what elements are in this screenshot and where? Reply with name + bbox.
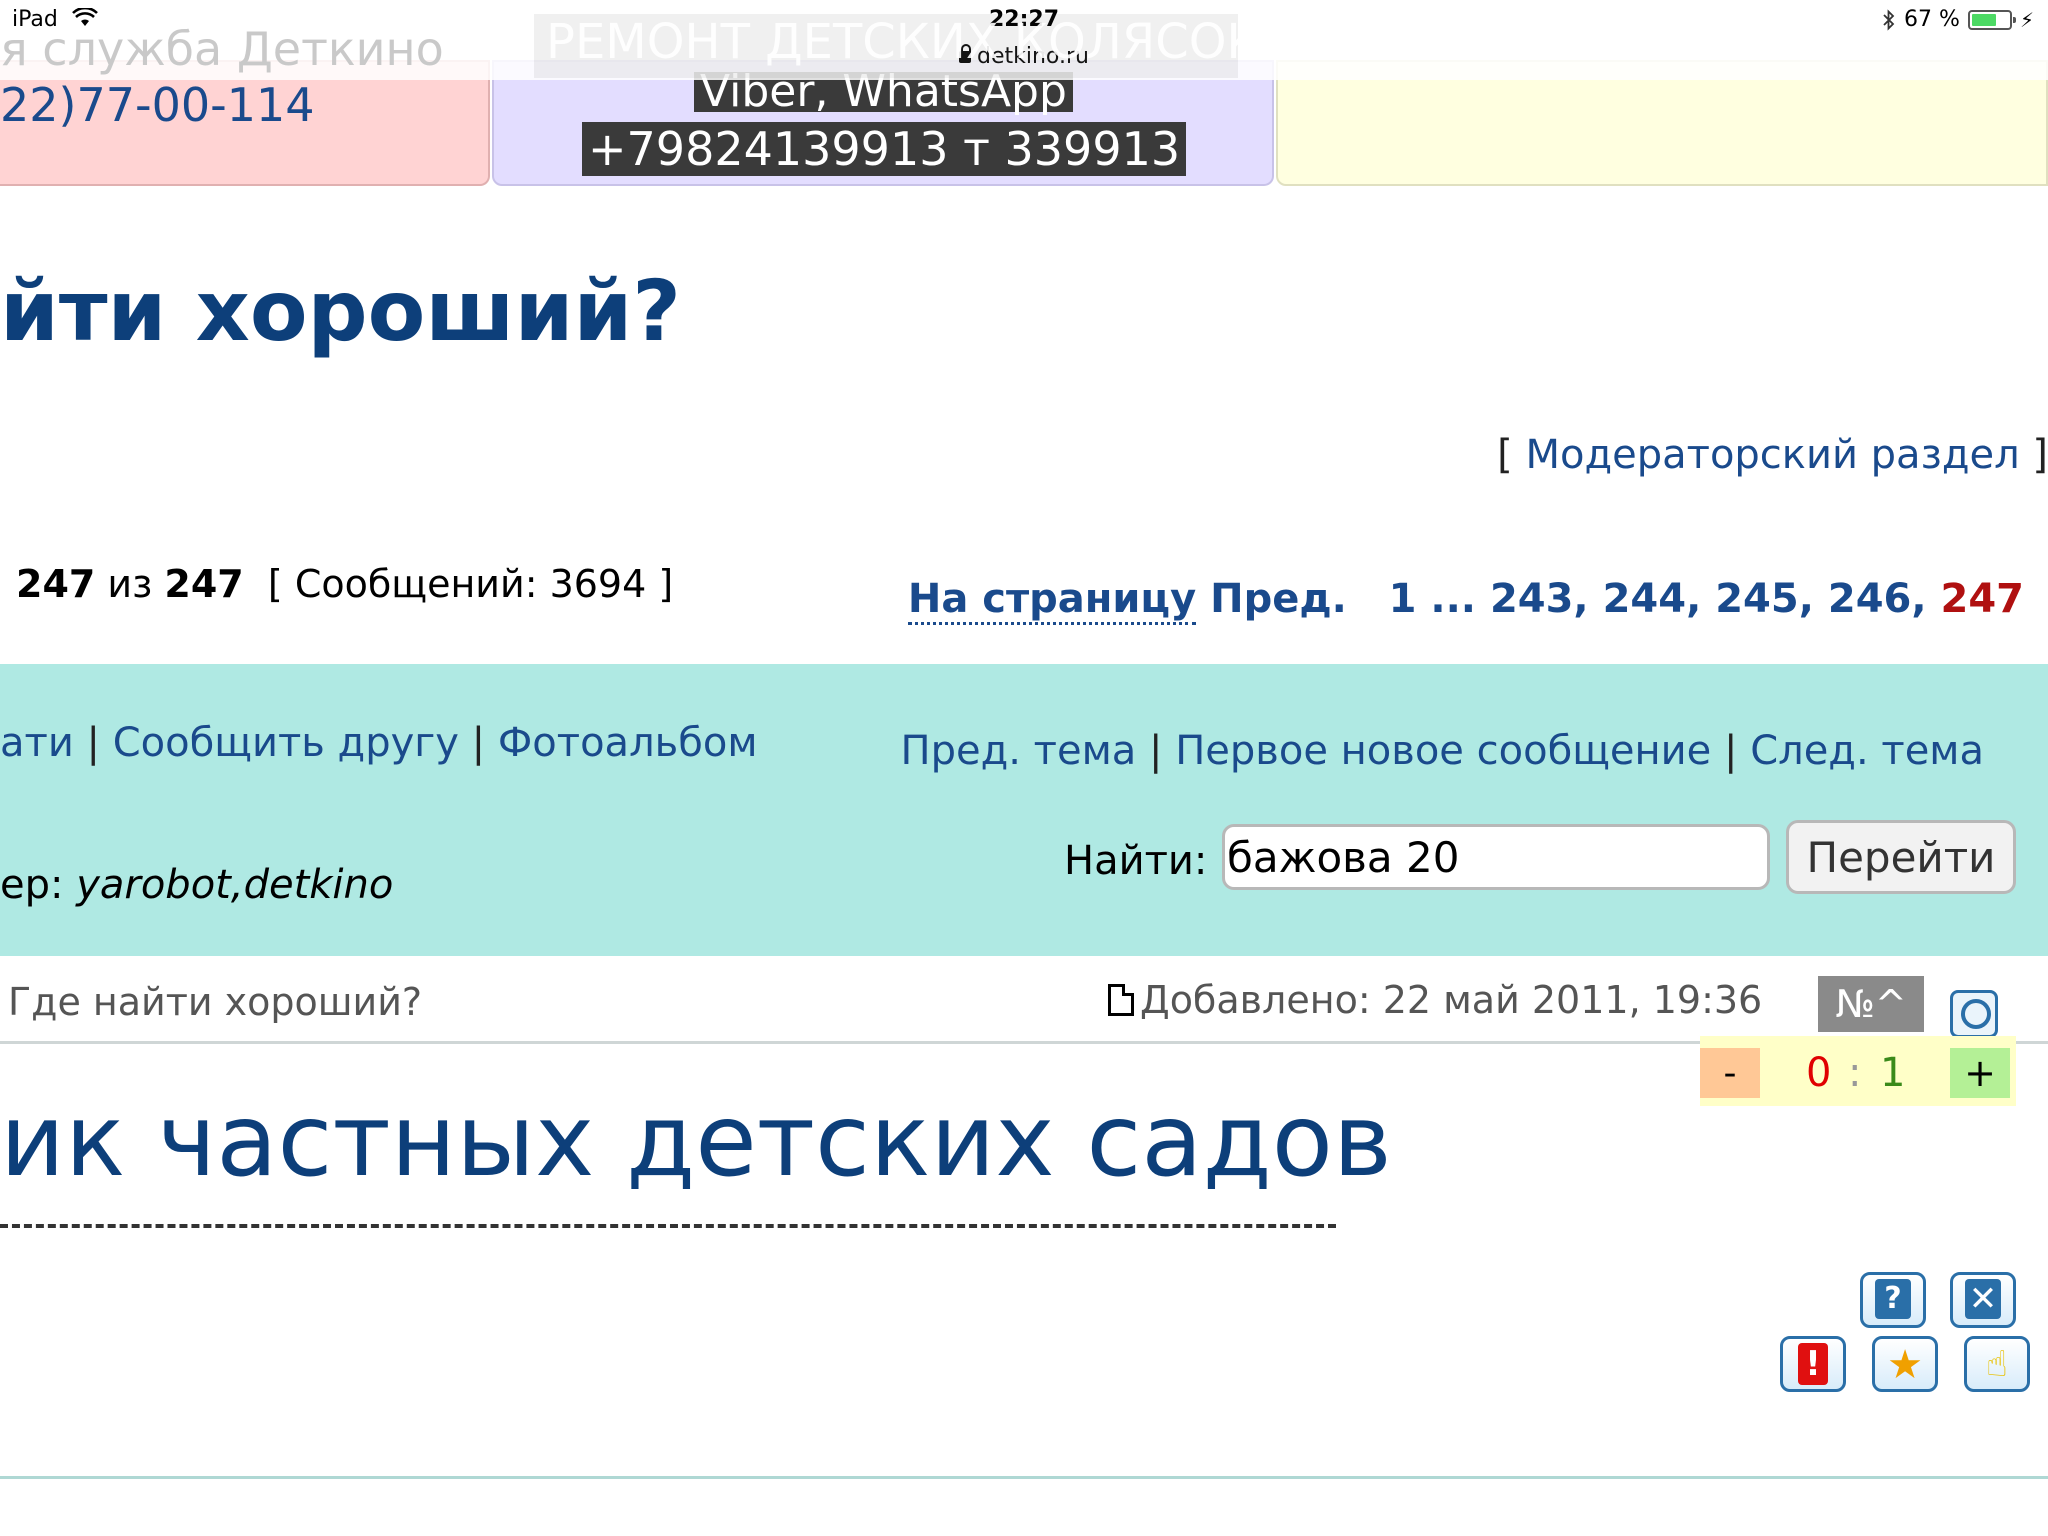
partial-link[interactable]: ати bbox=[0, 720, 74, 766]
post-rating: - 0 : 1 + bbox=[1700, 1036, 2016, 1106]
topic-links: ати | Сообщить другу | Фотоальбом bbox=[0, 720, 758, 766]
close-icon: ✕ bbox=[1965, 1279, 2001, 1319]
page-link-244[interactable]: 244, bbox=[1603, 576, 1702, 622]
search-go-button[interactable]: Перейти bbox=[1786, 820, 2016, 894]
first-new-message-link[interactable]: Первое новое сообщение bbox=[1175, 728, 1711, 774]
moderators-names: yarobot,detkino bbox=[76, 862, 394, 908]
page-link-246[interactable]: 246, bbox=[1828, 576, 1927, 622]
rating-negative: 0 bbox=[1806, 1050, 1832, 1096]
moderators-line: ер: yarobot,detkino bbox=[0, 862, 393, 908]
star-icon: ★ bbox=[1887, 1342, 1923, 1388]
page-link-1[interactable]: 1 bbox=[1389, 576, 1417, 622]
message-count: [ Сообщений: 3694 ] bbox=[267, 562, 674, 606]
help-button[interactable]: ? bbox=[1860, 1272, 1926, 1328]
rating-positive: 1 bbox=[1880, 1050, 1906, 1096]
page-current: 247 bbox=[16, 562, 96, 606]
warning-icon: ! bbox=[1798, 1343, 1828, 1385]
prev-page-link[interactable]: Пред. bbox=[1210, 576, 1347, 622]
page-info: 247 из 247 [ Сообщений: 3694 ] bbox=[16, 562, 673, 606]
rating-minus-button[interactable]: - bbox=[1700, 1048, 1760, 1098]
bracket-open: [ bbox=[1497, 432, 1513, 478]
topic-toolbar: ати | Сообщить другу | Фотоальбом Пред. … bbox=[0, 664, 2048, 956]
goto-page[interactable]: На страницу bbox=[907, 576, 1197, 625]
repair-phone[interactable]: +79824139913 т 339913 bbox=[582, 122, 1187, 176]
search-input[interactable] bbox=[1222, 824, 1770, 890]
topic-title: йти хороший? bbox=[0, 262, 682, 360]
rating-separator: : bbox=[1848, 1050, 1862, 1096]
prev-topic-link[interactable]: Пред. тема bbox=[901, 728, 1137, 774]
separator: | bbox=[1724, 728, 1738, 774]
battery-percent: 67 % bbox=[1904, 7, 1960, 32]
page-ellipsis: ... bbox=[1430, 576, 1476, 622]
help-icon: ? bbox=[1875, 1279, 1911, 1319]
ghost-banner-text: я служба Деткино bbox=[0, 22, 444, 76]
pagination: На страницу Пред. 1 ... 243, 244, 245, 2… bbox=[907, 576, 2025, 625]
dashed-divider bbox=[0, 1224, 1336, 1228]
post-header: Где найти хороший? Добавлено: 22 май 201… bbox=[0, 956, 2048, 1044]
next-topic-link[interactable]: След. тема bbox=[1750, 728, 1984, 774]
moderator-section: [ Модераторский раздел ] bbox=[1497, 432, 2048, 478]
report-button[interactable]: ! bbox=[1780, 1336, 1846, 1392]
separator: | bbox=[86, 720, 101, 766]
ghost-banner-repair: РЕМОНТ ДЕТСКИХ КОЛЯСОК bbox=[534, 14, 1238, 78]
post-body-title: ик частных детских садов bbox=[0, 1082, 1392, 1199]
separator: | bbox=[1148, 728, 1163, 774]
topic-navigation: Пред. тема | Первое новое сообщение | Сл… bbox=[901, 728, 1985, 774]
profile-search-icon[interactable] bbox=[1950, 990, 1998, 1038]
bottom-divider bbox=[0, 1476, 2048, 1479]
page-link-245[interactable]: 245, bbox=[1715, 576, 1814, 622]
page-total: 247 bbox=[164, 562, 244, 606]
document-icon[interactable] bbox=[1108, 984, 1134, 1016]
search-label: Найти: bbox=[1064, 838, 1208, 884]
moderator-section-link[interactable]: Модераторский раздел bbox=[1525, 432, 2019, 478]
post-number-button[interactable]: №^ bbox=[1818, 976, 1924, 1032]
page-link-243[interactable]: 243, bbox=[1490, 576, 1589, 622]
favorite-button[interactable]: ★ bbox=[1872, 1336, 1938, 1392]
rating-plus-button[interactable]: + bbox=[1950, 1048, 2010, 1098]
tell-friend-link[interactable]: Сообщить другу bbox=[113, 720, 459, 766]
photo-album-link[interactable]: Фотоальбом bbox=[498, 720, 758, 766]
thanks-button[interactable]: ☝ bbox=[1964, 1336, 2030, 1392]
post-added-text: Добавлено: 22 май 2011, 19:36 bbox=[1140, 978, 1763, 1022]
post-subject: Где найти хороший? bbox=[8, 980, 423, 1024]
moderators-prefix: ер: bbox=[0, 862, 64, 908]
thumb-icon: ☝ bbox=[1986, 1344, 2008, 1385]
close-button[interactable]: ✕ bbox=[1950, 1272, 2016, 1328]
page-of: из bbox=[107, 562, 153, 606]
charging-icon: ⚡ bbox=[2019, 7, 2034, 32]
battery-fill bbox=[1971, 13, 1997, 26]
bluetooth-icon bbox=[1883, 8, 1895, 31]
status-right: 67 % ⚡ bbox=[1882, 7, 2034, 32]
service-phone[interactable]: 22)77-00-114 bbox=[0, 78, 315, 132]
page-current-247: 247 bbox=[1940, 576, 2025, 622]
post-date: Добавлено: 22 май 2011, 19:36 bbox=[1108, 978, 1762, 1022]
separator: | bbox=[471, 720, 486, 766]
battery-icon bbox=[1967, 9, 2016, 30]
bracket-close: ] bbox=[2032, 432, 2048, 478]
